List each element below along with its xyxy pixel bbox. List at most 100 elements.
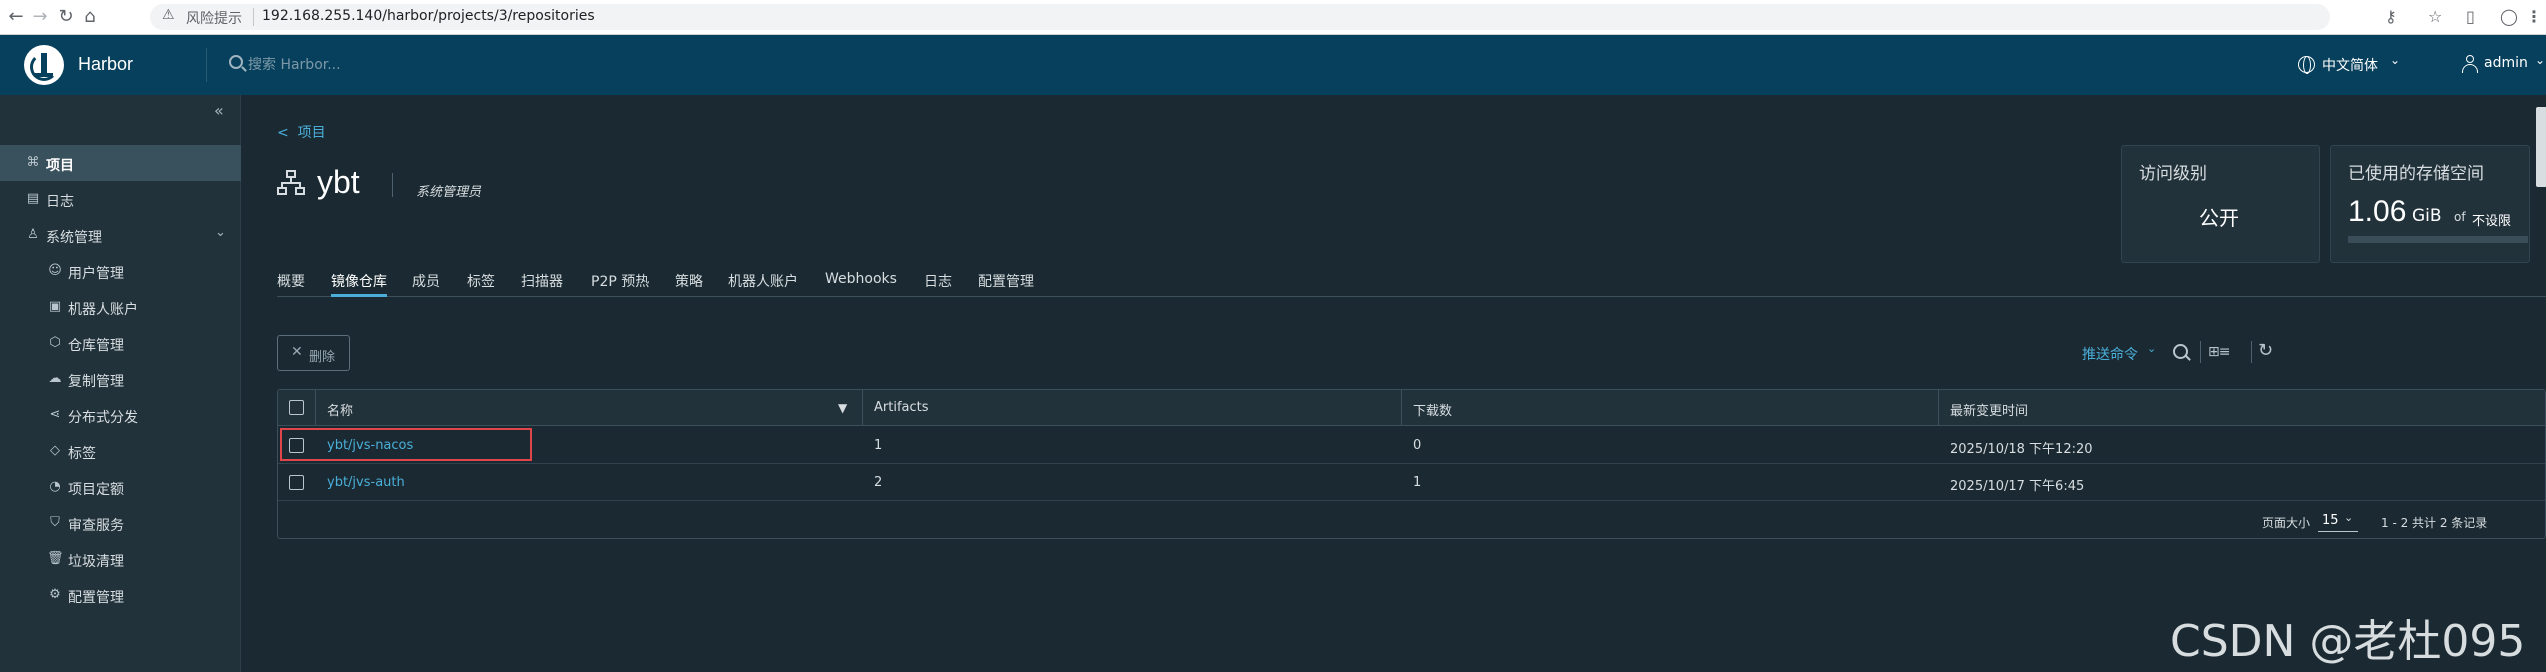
table-header: 名称 ▼ Artifacts 下载数 最新变更时间: [278, 390, 2545, 426]
push-command-button[interactable]: 推送命令: [2082, 344, 2138, 364]
chevron-down-icon[interactable]: ⌄: [2147, 342, 2156, 355]
sidebar-item-label: 审查服务: [68, 518, 124, 534]
table-row[interactable]: ybt/jvs-nacos 1 0 2025/10/18 下午12:20: [278, 427, 2545, 464]
replication-icon: ☁: [48, 371, 62, 386]
reload-icon[interactable]: ↻: [56, 7, 76, 27]
tab-summary[interactable]: 概要: [277, 271, 305, 297]
tab-robot-accounts[interactable]: 机器人账户: [728, 271, 798, 297]
sidebar-item-label: 项目定额: [68, 482, 124, 498]
tab-scanner[interactable]: 扫描器: [521, 271, 563, 297]
repositories-table: 名称 ▼ Artifacts 下载数 最新变更时间 ybt/jvs-nacos …: [277, 389, 2546, 539]
chevron-down-icon[interactable]: ⌄: [2390, 53, 2400, 67]
tab-members[interactable]: 成员: [412, 271, 440, 297]
storage-unit: GiB: [2412, 206, 2442, 226]
sidebar-item-label: 垃圾清理: [68, 554, 124, 570]
row-checkbox[interactable]: [289, 475, 304, 490]
tab-repositories[interactable]: 镜像仓库: [331, 271, 387, 297]
access-level-card: 访问级别 公开: [2121, 145, 2320, 263]
language-selector[interactable]: 中文简体: [2322, 55, 2378, 75]
delete-button-label: 删除: [309, 350, 336, 365]
user-icon[interactable]: [2462, 55, 2478, 73]
sidebar: « ⌘ 项目 ▤ 日志 ♙ 系统管理 ⌄ ☺ 用户管理 ▣ 机器人账户 ⬡ 仓库…: [0, 95, 241, 672]
tab-labels[interactable]: 标签: [467, 271, 495, 297]
tab-p2p-preheat[interactable]: P2P 预热: [591, 271, 649, 297]
watermark: CSDN @老杜095: [2170, 616, 2526, 667]
download-count: 0: [1413, 438, 1422, 453]
registry-icon: ⬡: [49, 335, 61, 350]
globe-icon[interactable]: [2298, 56, 2315, 74]
column-header-artifacts[interactable]: Artifacts: [874, 400, 929, 415]
title-divider: [392, 173, 393, 197]
star-icon[interactable]: ☆: [2428, 7, 2442, 26]
sidebar-item-logs[interactable]: ▤ 日志: [0, 181, 241, 217]
sidebar-item-distributions[interactable]: ⋖ 分布式分发: [0, 397, 241, 433]
address-divider: [253, 8, 254, 26]
close-icon: ✕: [291, 344, 303, 360]
sidebar-item-administration[interactable]: ♙ 系统管理 ⌄: [0, 217, 241, 253]
chevron-down-icon[interactable]: ⌄: [2344, 511, 2353, 524]
sidepanel-icon[interactable]: ▯: [2466, 7, 2475, 26]
tab-logs[interactable]: 日志: [924, 271, 952, 297]
side-panel-handle[interactable]: [2536, 107, 2546, 187]
sidebar-item-replications[interactable]: ☁ 复制管理: [0, 361, 241, 397]
sidebar-item-robot-accounts[interactable]: ▣ 机器人账户: [0, 289, 241, 325]
sidebar-item-users[interactable]: ☺ 用户管理: [0, 253, 241, 289]
security-warning-label[interactable]: 风险提示: [186, 8, 242, 28]
forward-arrow-icon[interactable]: →: [30, 7, 50, 27]
global-search-input[interactable]: [248, 53, 548, 77]
column-header-downloads[interactable]: 下载数: [1413, 400, 1452, 419]
shield-icon: ⛉: [50, 515, 60, 530]
select-all-checkbox[interactable]: [289, 400, 304, 415]
filter-icon[interactable]: ▼: [838, 401, 847, 415]
back-arrow-icon[interactable]: ←: [6, 7, 26, 27]
card-view-icon[interactable]: ⊞≡: [2208, 344, 2230, 360]
storage-value: 1.06: [2348, 195, 2407, 228]
back-to-projects-link[interactable]: < 项目: [277, 122, 326, 142]
refresh-icon[interactable]: ↻: [2258, 340, 2273, 361]
log-icon: ▤: [26, 191, 40, 206]
tab-webhooks[interactable]: Webhooks: [825, 271, 897, 297]
artifacts-count: 2: [874, 475, 883, 490]
download-count: 1: [1413, 475, 1422, 490]
access-level-value: 公开: [2199, 206, 2239, 230]
sidebar-item-configuration[interactable]: ⚙ 配置管理: [0, 577, 241, 613]
key-icon[interactable]: ⚷: [2385, 7, 2397, 26]
harbor-logo-icon[interactable]: [24, 45, 64, 85]
delete-button[interactable]: ✕ 删除: [277, 335, 350, 371]
warning-icon[interactable]: ⚠: [162, 7, 175, 23]
project-icon: ⌘: [26, 155, 40, 170]
sidebar-item-projects[interactable]: ⌘ 项目: [0, 145, 241, 181]
back-link-label[interactable]: 项目: [298, 125, 326, 141]
table-row[interactable]: ybt/jvs-auth 2 1 2025/10/17 下午6:45: [278, 464, 2545, 501]
quota-icon: ◔: [49, 479, 61, 494]
trash-icon: 🗑: [47, 551, 64, 566]
sidebar-item-quotas[interactable]: ◔ 项目定额: [0, 469, 241, 505]
home-icon[interactable]: ⌂: [80, 7, 100, 27]
sidebar-item-interrogation-services[interactable]: ⛉ 审查服务: [0, 505, 241, 541]
sidebar-item-registries[interactable]: ⬡ 仓库管理: [0, 325, 241, 361]
distribution-icon: ⋖: [49, 407, 61, 422]
repository-name-link[interactable]: ybt/jvs-nacos: [327, 438, 413, 453]
sidebar-item-label: 用户管理: [68, 266, 124, 282]
menu-icon[interactable]: ⋮: [2526, 7, 2542, 26]
collapse-sidebar-icon[interactable]: «: [214, 101, 224, 120]
sidebar-item-label: 分布式分发: [68, 410, 138, 426]
row-checkbox[interactable]: [289, 438, 304, 453]
repository-name-link[interactable]: ybt/jvs-auth: [327, 475, 405, 490]
column-header-updated[interactable]: 最新变更时间: [1950, 400, 2028, 419]
profile-icon[interactable]: ◯: [2500, 7, 2518, 26]
chevron-down-icon[interactable]: ⌄: [215, 225, 226, 240]
sidebar-item-labels[interactable]: ◇ 标签: [0, 433, 241, 469]
tab-configuration[interactable]: 配置管理: [978, 271, 1034, 297]
column-header-name[interactable]: 名称: [327, 400, 353, 419]
sidebar-item-garbage-collection[interactable]: 🗑 垃圾清理: [0, 541, 241, 577]
brand-name[interactable]: Harbor: [78, 54, 133, 75]
storage-progress-bar: [2348, 236, 2528, 243]
tab-policy[interactable]: 策略: [675, 271, 703, 297]
url-text[interactable]: 192.168.255.140/harbor/projects/3/reposi…: [262, 8, 595, 24]
chevron-down-icon[interactable]: ⌄: [2535, 53, 2545, 67]
search-icon[interactable]: [2173, 344, 2188, 359]
browser-toolbar: ← → ↻ ⌂ ⚠ 风险提示 192.168.255.140/harbor/pr…: [0, 0, 2546, 35]
user-menu[interactable]: admin: [2484, 55, 2528, 71]
storage-title: 已使用的存储空间: [2348, 164, 2484, 184]
